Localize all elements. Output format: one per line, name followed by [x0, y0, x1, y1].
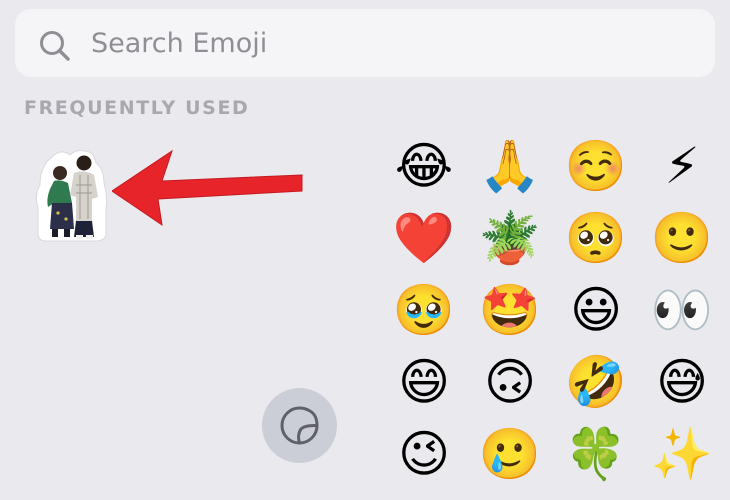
emoji-winking-face[interactable]: 😉 [381, 418, 467, 490]
emoji-star-struck[interactable]: 🤩 [467, 274, 553, 346]
emoji-grinning-face-with-sweat[interactable]: 😅 [639, 346, 725, 418]
emoji-grid: 😂 🙏 ☺️ ⚡ ❤️ 🪴 🥺 🙂 🥹 🤩 😃 👀 😄 🙃 🤣 😅 😉 🥲 🍀 ✨ [381, 130, 721, 490]
emoji-grinning-face-smiling-eyes[interactable]: 😄 [381, 346, 467, 418]
emoji-face-with-tears-of-joy[interactable]: 😂 [381, 130, 467, 202]
emoji-potted-plant[interactable]: 🪴 [467, 202, 553, 274]
sticker-toggle-button[interactable] [262, 388, 337, 463]
red-arrow-annotation [112, 149, 303, 227]
emoji-smiling-face-with-tear[interactable]: 🥲 [467, 418, 553, 490]
photo-sticker[interactable] [32, 145, 118, 245]
search-bar[interactable] [15, 9, 715, 77]
emoji-upside-down-face[interactable]: 🙃 [467, 346, 553, 418]
emoji-folded-hands[interactable]: 🙏 [467, 130, 553, 202]
search-icon [40, 31, 70, 61]
emoji-red-heart[interactable]: ❤️ [381, 202, 467, 274]
emoji-slightly-smiling-face[interactable]: 🙂 [639, 202, 725, 274]
emoji-sparkles[interactable]: ✨ [639, 418, 725, 490]
emoji-eyes[interactable]: 👀 [639, 274, 725, 346]
emoji-face-holding-back-tears[interactable]: 🥹 [381, 274, 467, 346]
section-title-frequently-used: FREQUENTLY USED [24, 97, 250, 119]
photo-sticker-icon [35, 150, 108, 242]
emoji-grinning-face-big-eyes[interactable]: 😃 [553, 274, 639, 346]
emoji-pleading-face[interactable]: 🥺 [553, 202, 639, 274]
emoji-rolling-on-floor-laughing[interactable]: 🤣 [553, 346, 639, 418]
emoji-smiling-face[interactable]: ☺️ [553, 130, 639, 202]
search-input[interactable] [91, 9, 691, 77]
emoji-four-leaf-clover[interactable]: 🍀 [553, 418, 639, 490]
emoji-high-voltage[interactable]: ⚡ [639, 130, 725, 202]
sticker-peel-icon [280, 406, 319, 445]
